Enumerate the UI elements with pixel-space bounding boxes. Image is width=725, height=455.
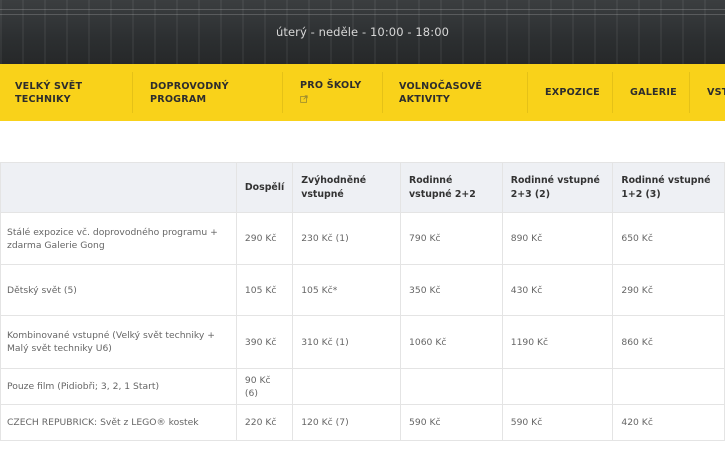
table-row: Dětský svět (5) 105 Kč 105 Kč* 350 Kč 43… — [0, 264, 725, 316]
column-header-family-2-2: Rodinné vstupné 2+2 — [400, 162, 503, 213]
nav-item-galerie[interactable]: GALERIE — [630, 64, 677, 121]
row-label: Stálé expozice vč. doprovodného programu… — [0, 212, 237, 265]
row-label: CZECH REPUBRICK: Svět z LEGO® kostek — [0, 404, 237, 441]
price-cell: 90 Kč (6) — [235, 368, 294, 405]
price-cell: 220 Kč — [235, 404, 294, 441]
price-cell: 310 Kč (1) — [292, 315, 402, 369]
price-cell: 1060 Kč — [400, 315, 503, 369]
column-header — [0, 162, 237, 213]
nav-item-label: GALERIE — [630, 87, 677, 98]
hero-banner: úterý - neděle - 10:00 - 18:00 — [0, 0, 725, 64]
nav-divider — [132, 72, 133, 113]
nav-item-label: TECHNIKY — [15, 93, 71, 105]
table-header-row: Dospělí Zvýhodněné vstupné Rodinné vstup… — [0, 162, 725, 213]
price-cell: 790 Kč — [400, 212, 503, 265]
column-header-family-2-3: Rodinné vstupné 2+3 (2) — [501, 162, 614, 213]
price-cell: 230 Kč (1) — [292, 212, 402, 265]
external-link-icon — [300, 92, 361, 107]
opening-hours: úterý - neděle - 10:00 - 18:00 — [275, 25, 450, 39]
nav-divider — [382, 72, 383, 113]
price-cell: 290 Kč — [235, 212, 294, 265]
nav-divider — [689, 72, 690, 113]
price-cell: 120 Kč (7) — [292, 404, 402, 441]
table-row: Kombinované vstupné (Velký svět techniky… — [0, 315, 725, 369]
nav-item-pro-skoly[interactable]: PRO ŠKOLY — [300, 64, 361, 121]
price-cell — [501, 368, 614, 405]
price-table: Dospělí Zvýhodněné vstupné Rodinné vstup… — [0, 162, 725, 441]
price-cell: 105 Kč — [235, 264, 294, 316]
table-row: Pouze film (Pidiobři; 3, 2, 1 Start) 90 … — [0, 368, 725, 405]
table-row: Stálé expozice vč. doprovodného programu… — [0, 212, 725, 265]
price-cell — [292, 368, 402, 405]
nav-divider — [282, 72, 283, 113]
price-cell: 430 Kč — [501, 264, 614, 316]
price-cell: 650 Kč — [612, 212, 725, 265]
price-cell: 290 Kč — [612, 264, 725, 316]
nav-item-velky-svet-techniky[interactable]: VELKÝ SVĚT TECHNIKY — [15, 64, 82, 121]
price-cell: 1190 Kč — [501, 315, 614, 369]
row-label: Kombinované vstupné (Velký svět techniky… — [0, 315, 237, 369]
nav-item-volnocasove-aktivity[interactable]: VOLNOČASOVÉ AKTIVITY — [399, 64, 482, 121]
price-cell: 390 Kč — [235, 315, 294, 369]
price-cell: 590 Kč — [400, 404, 503, 441]
column-header-reduced: Zvýhodněné vstupné — [292, 162, 402, 213]
nav-item-vstupne[interactable]: VST — [707, 64, 725, 121]
price-cell: 420 Kč — [612, 404, 725, 441]
row-label: Pouze film (Pidiobři; 3, 2, 1 Start) — [0, 368, 237, 405]
price-cell: 890 Kč — [501, 212, 614, 265]
nav-item-label: DOPROVODNÝ — [150, 80, 229, 92]
column-header-family-1-2: Rodinné vstupné 1+2 (3) — [612, 162, 725, 213]
row-label: Dětský svět (5) — [0, 264, 237, 316]
nav-item-label: VELKÝ SVĚT — [15, 80, 83, 92]
price-cell: 590 Kč — [501, 404, 614, 441]
price-cell: 105 Kč* — [292, 264, 402, 316]
price-cell — [612, 368, 725, 405]
nav-item-label: EXPOZICE — [545, 87, 600, 98]
nav-item-label: VST — [707, 87, 725, 98]
nav-item-doprovodny-program[interactable]: DOPROVODNÝ PROGRAM — [150, 64, 229, 121]
column-header-adults: Dospělí — [235, 162, 294, 213]
nav-divider — [612, 72, 613, 113]
hero-decoration — [0, 9, 725, 10]
nav-item-label: PRO ŠKOLY — [300, 79, 362, 91]
nav-item-label: AKTIVITY — [399, 93, 451, 105]
table-row: CZECH REPUBRICK: Svět z LEGO® kostek 220… — [0, 404, 725, 441]
hero-decoration — [0, 14, 725, 15]
main-nav: VELKÝ SVĚT TECHNIKY DOPROVODNÝ PROGRAM PRO… — [0, 64, 725, 121]
nav-item-expozice[interactable]: EXPOZICE — [545, 64, 600, 121]
price-cell: 350 Kč — [400, 264, 503, 316]
price-cell: 860 Kč — [612, 315, 725, 369]
price-cell — [400, 368, 503, 405]
nav-item-label: VOLNOČASOVÉ — [399, 80, 483, 92]
nav-item-label: PROGRAM — [150, 93, 207, 105]
nav-divider — [527, 72, 528, 113]
